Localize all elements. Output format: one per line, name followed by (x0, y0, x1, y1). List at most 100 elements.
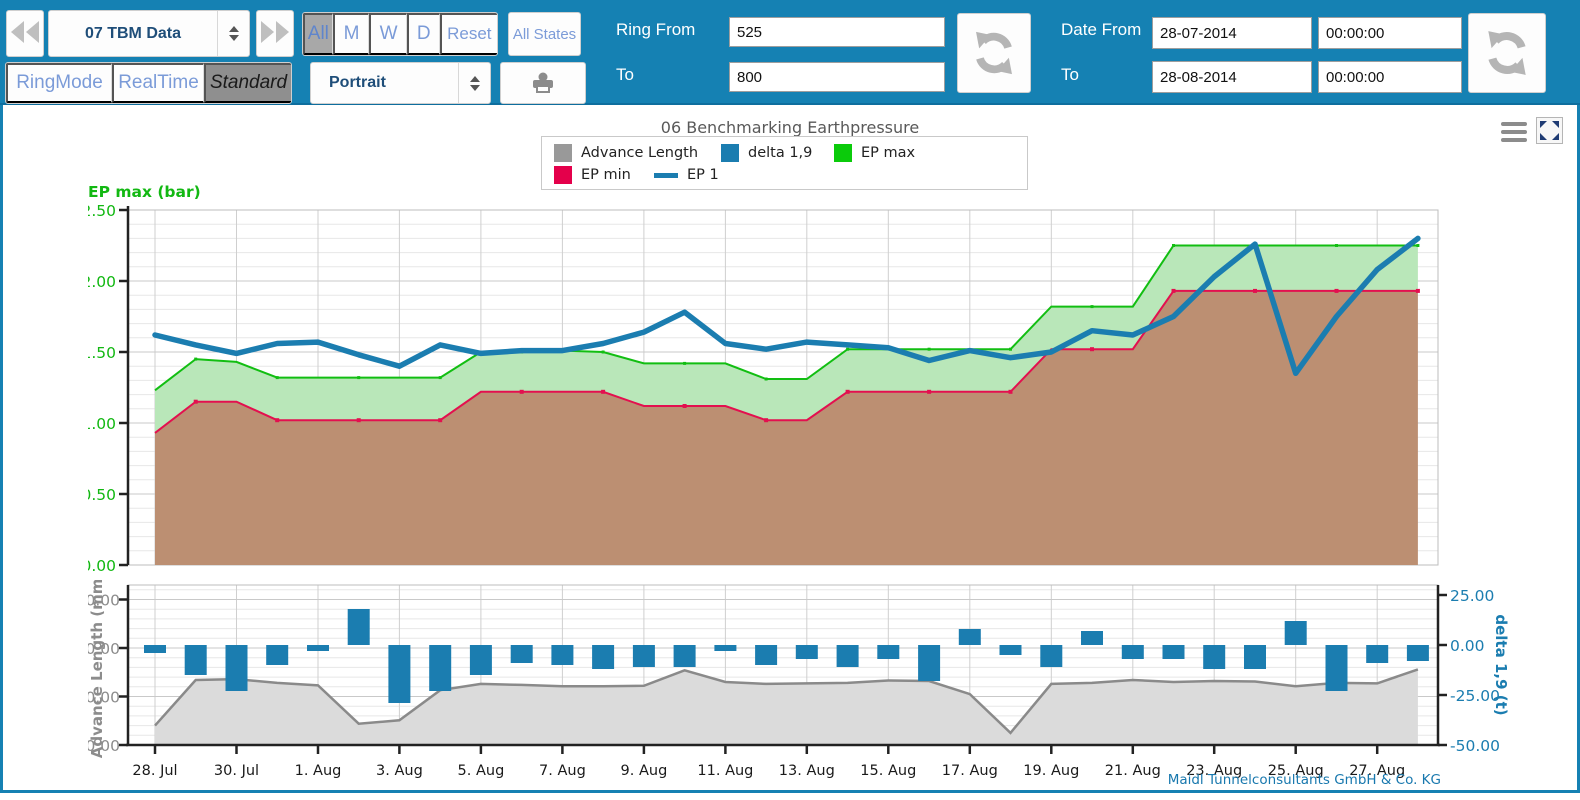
dataset-select[interactable]: 07 TBM Data (48, 10, 250, 57)
ep-min-band (155, 291, 1418, 565)
ring-from-label: Ring From (616, 20, 695, 40)
delta-bar (185, 645, 207, 675)
delta-bar (1203, 645, 1225, 669)
left-axis-title: Advance Length (mm) (88, 580, 106, 758)
dataset-select-value: 07 TBM Data (49, 25, 217, 43)
delta-bar (1366, 645, 1388, 663)
delta-bar (470, 645, 492, 675)
delta-bar (796, 645, 818, 659)
delta-bar (674, 645, 696, 667)
printer-icon (530, 72, 556, 94)
refresh-icon (969, 28, 1019, 78)
blue-line-swatch-icon (654, 173, 678, 178)
delta-bar (429, 645, 451, 691)
delta-bar (348, 609, 370, 645)
next-dataset-button[interactable] (256, 10, 294, 57)
blue-swatch-icon (721, 144, 739, 162)
svg-text:5. Aug: 5. Aug (458, 763, 505, 779)
advance-delta-chart: 0.00100.00200.00300.00-50.00-25.000.0025… (88, 580, 1508, 785)
delta-bar (918, 645, 940, 681)
svg-text:7. Aug: 7. Aug (539, 763, 586, 779)
delta-bar (1285, 621, 1307, 645)
top-axis-title: EP max (bar) (88, 185, 201, 201)
ring-to-label: To (616, 65, 634, 85)
range-day-button[interactable]: D (407, 13, 440, 55)
legend-item-ep-min[interactable]: EP min (554, 166, 654, 184)
range-button-group: All M W D Reset (302, 12, 498, 56)
green-swatch-icon (834, 144, 852, 162)
range-all-button[interactable]: All (303, 13, 333, 55)
delta-bar (266, 645, 288, 665)
svg-text:2.00: 2.00 (88, 273, 116, 291)
svg-text:21. Aug: 21. Aug (1105, 763, 1161, 779)
svg-text:0.00: 0.00 (88, 557, 116, 575)
chart-legend: Advance Length delta 1,9 EP max EP min (541, 136, 1028, 190)
fullscreen-icon[interactable] (1536, 117, 1563, 144)
red-swatch-icon (554, 166, 572, 184)
date-refresh-button[interactable] (1468, 13, 1546, 93)
mode-button-group: RingMode RealTime Standard (5, 62, 292, 104)
delta-bar (551, 645, 573, 665)
app-window: 07 TBM Data All M W D Reset All States R… (0, 0, 1580, 800)
delta-bar (877, 645, 899, 659)
delta-bar (144, 645, 166, 653)
all-states-button[interactable]: All States (508, 12, 581, 56)
delta-bar (633, 645, 655, 667)
chart-title: 06 Benchmarking Earthpressure (3, 118, 1577, 137)
date-from-label: Date From (1061, 20, 1141, 40)
date-to-input[interactable] (1152, 61, 1312, 93)
svg-text:3. Aug: 3. Aug (376, 763, 423, 779)
menu-icon[interactable] (1501, 122, 1527, 142)
spinner-icon[interactable] (458, 63, 490, 103)
svg-text:15. Aug: 15. Aug (860, 763, 916, 779)
ring-from-input[interactable] (729, 17, 945, 47)
delta-bar (1081, 631, 1103, 645)
delta-bar (1244, 645, 1266, 669)
date-to-label: To (1061, 65, 1079, 85)
svg-text:11. Aug: 11. Aug (697, 763, 753, 779)
svg-text:1.50: 1.50 (88, 344, 116, 362)
delta-bar (511, 645, 533, 663)
orientation-select-value: Portrait (311, 74, 458, 92)
delta-bar (592, 645, 614, 669)
svg-text:-50.00: -50.00 (1450, 737, 1500, 755)
mode-standard-button[interactable]: Standard (204, 63, 291, 103)
date-from-input[interactable] (1152, 17, 1312, 49)
svg-text:0.00: 0.00 (1450, 637, 1485, 655)
delta-bar (226, 645, 248, 691)
range-month-button[interactable]: M (333, 13, 370, 55)
range-reset-button[interactable]: Reset (440, 13, 497, 55)
ring-refresh-button[interactable] (957, 13, 1031, 93)
svg-text:30. Jul: 30. Jul (214, 763, 259, 779)
prev-dataset-button[interactable] (6, 10, 44, 57)
delta-bar (837, 645, 859, 667)
mode-ringmode-button[interactable]: RingMode (6, 63, 112, 103)
delta-bar (1040, 645, 1062, 667)
spinner-icon[interactable] (217, 11, 249, 56)
svg-text:1.00: 1.00 (88, 415, 116, 433)
range-week-button[interactable]: W (369, 13, 407, 55)
ring-to-input[interactable] (729, 62, 945, 92)
svg-text:0.50: 0.50 (88, 486, 116, 504)
time-from-input[interactable] (1318, 17, 1462, 49)
delta-bar (1000, 645, 1022, 655)
mode-realtime-button[interactable]: RealTime (112, 63, 204, 103)
legend-item-advance-length[interactable]: Advance Length (554, 144, 721, 162)
svg-text:9. Aug: 9. Aug (621, 763, 668, 779)
legend-item-ep1[interactable]: EP 1 (654, 167, 719, 183)
svg-text:25.00: 25.00 (1450, 587, 1494, 605)
time-to-input[interactable] (1318, 61, 1462, 93)
gray-swatch-icon (554, 144, 572, 162)
refresh-icon (1481, 27, 1533, 79)
svg-text:2.50: 2.50 (88, 202, 116, 220)
delta-bar (959, 629, 981, 645)
legend-item-delta[interactable]: delta 1,9 (721, 144, 834, 162)
footer-credit: Maidl Tunnelconsultants GmbH & Co. KG (1168, 772, 1441, 788)
double-left-arrow-icon (11, 21, 39, 46)
double-right-arrow-icon (261, 21, 289, 46)
orientation-select[interactable]: Portrait (310, 62, 491, 104)
legend-item-ep-max[interactable]: EP max (834, 144, 915, 162)
print-button[interactable] (500, 62, 586, 104)
delta-bar (1163, 645, 1185, 659)
delta-bar (1122, 645, 1144, 659)
